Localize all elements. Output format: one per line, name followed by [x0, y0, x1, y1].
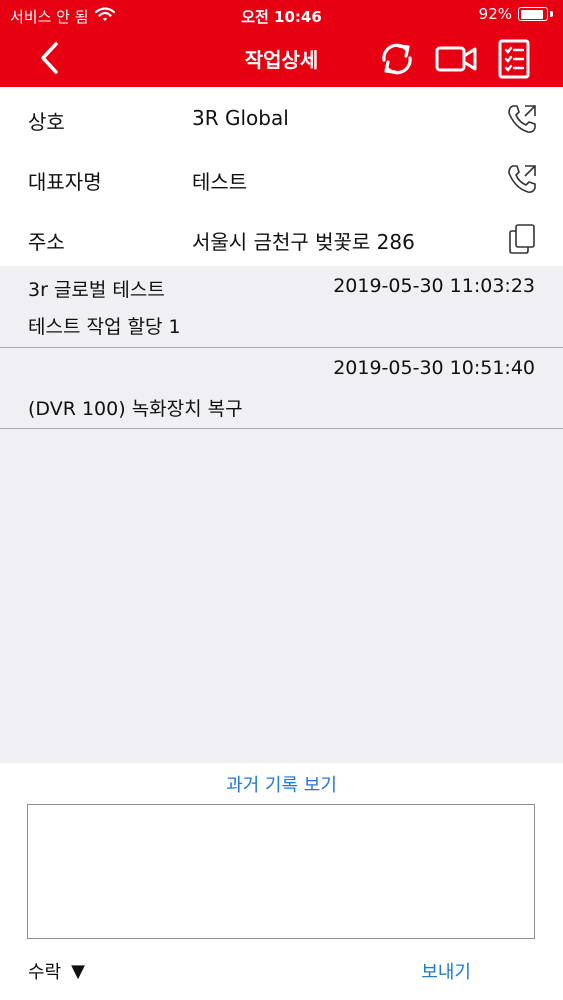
memo-input[interactable] — [27, 804, 535, 939]
status-dropdown[interactable]: 수락 ▼ — [28, 958, 85, 984]
send-button[interactable]: 보내기 — [421, 958, 471, 984]
report-button[interactable] — [494, 38, 536, 80]
battery-icon — [518, 7, 548, 21]
copy-icon[interactable] — [505, 222, 539, 256]
page-title: 작업상세 — [244, 48, 319, 72]
refresh-button[interactable] — [376, 38, 418, 80]
battery-group: 92% — [479, 5, 553, 23]
status-dropdown-value: 수락 — [28, 962, 62, 983]
video-button[interactable] — [434, 38, 478, 80]
info-row-company: 상호 3R Global — [0, 88, 563, 148]
battery-fill — [520, 9, 543, 19]
history-list[interactable]: 3r 글로벌 테스트 2019-05-30 11:03:23 테스트 작업 할당… — [0, 266, 563, 763]
phone-icon[interactable] — [505, 102, 539, 136]
battery-percent: 92% — [478, 5, 512, 23]
info-row-representative: 대표자명 테스트 — [0, 148, 563, 208]
past-records-link[interactable]: 과거 기록 보기 — [0, 771, 563, 797]
info-label: 상호 — [28, 110, 65, 134]
info-value: 테스트 — [192, 170, 248, 194]
entry-message: (DVR 100) 녹화장치 복구 — [28, 398, 243, 420]
entry-message: 테스트 작업 할당 1 — [28, 316, 181, 338]
video-camera-icon — [435, 46, 477, 72]
triangle-down-icon: ▼ — [71, 960, 85, 982]
nav-bar: 작업상세 — [0, 30, 563, 87]
list-item[interactable]: 3r 글로벌 테스트 2019-05-30 11:03:23 테스트 작업 할당… — [0, 266, 563, 348]
info-value: 서울시 금천구 벚꽃로 286 — [192, 230, 415, 254]
refresh-icon — [382, 43, 412, 75]
info-label: 주소 — [28, 230, 65, 254]
status-bar: 서비스 안 됨 오전 10:46 92% — [0, 0, 563, 30]
entry-timestamp: 2019-05-30 10:51:40 — [333, 357, 535, 379]
battery-tip — [550, 11, 553, 17]
list-item[interactable]: 2019-05-30 10:51:40 (DVR 100) 녹화장치 복구 — [0, 348, 563, 429]
info-row-address: 주소 서울시 금천구 벚꽃로 286 — [0, 208, 563, 268]
info-value: 3R Global — [192, 106, 289, 130]
info-label: 대표자명 — [28, 170, 102, 194]
document-list-icon — [498, 39, 530, 79]
entry-timestamp: 2019-05-30 11:03:23 — [333, 275, 535, 297]
header: 서비스 안 됨 오전 10:46 92% 작업상세 — [0, 0, 563, 87]
entry-author: 3r 글로벌 테스트 — [28, 279, 165, 301]
phone-icon[interactable] — [505, 162, 539, 196]
